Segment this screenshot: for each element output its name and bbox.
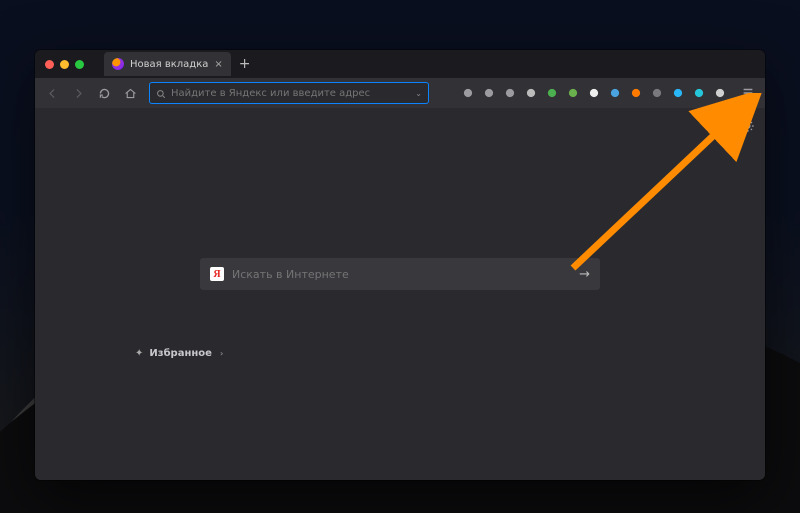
favorites-label: Избранное <box>149 348 212 359</box>
extension-green-icon[interactable] <box>543 84 561 102</box>
nav-forward-button[interactable] <box>67 82 89 104</box>
extension-orange-icon[interactable] <box>627 84 645 102</box>
customize-newtab-button[interactable] <box>741 118 755 137</box>
toolbar: ⌄ <box>35 78 765 108</box>
noscript-icon[interactable] <box>711 84 729 102</box>
center-search-input[interactable] <box>232 268 571 281</box>
window-controls <box>45 60 84 69</box>
new-tab-button[interactable]: + <box>231 56 259 72</box>
search-icon <box>156 84 166 103</box>
extension-cyan-icon[interactable] <box>669 84 687 102</box>
extension-blue-icon[interactable] <box>606 84 624 102</box>
home-button[interactable] <box>119 82 141 104</box>
extension-white-icon[interactable] <box>585 84 603 102</box>
reload-button[interactable] <box>93 82 115 104</box>
firefox-favicon-icon <box>112 58 124 70</box>
new-tab-content: Я → ✦ Избранное › <box>35 108 765 480</box>
yandex-icon: Я <box>210 267 224 281</box>
favorites-icon: ✦ <box>135 348 143 359</box>
firefox-account-icon[interactable] <box>522 84 540 102</box>
center-search-container: Я → <box>200 258 600 290</box>
browser-window: Новая вкладка × + ⌄ <box>35 50 765 480</box>
favorites-section-header[interactable]: ✦ Избранное › <box>135 348 223 359</box>
window-minimize-button[interactable] <box>60 60 69 69</box>
extension-green2-icon[interactable] <box>564 84 582 102</box>
extension-icons <box>459 84 729 102</box>
urlbar-dropdown-button[interactable]: ⌄ <box>415 89 422 98</box>
tab-active[interactable]: Новая вкладка × <box>104 52 231 76</box>
url-bar[interactable]: ⌄ <box>149 82 429 104</box>
extension-grey-icon[interactable] <box>648 84 666 102</box>
window-close-button[interactable] <box>45 60 54 69</box>
library-icon[interactable] <box>480 84 498 102</box>
center-search-submit-button[interactable]: → <box>579 267 590 282</box>
center-search-box[interactable]: Я → <box>200 258 600 290</box>
chevron-right-icon: › <box>220 349 223 358</box>
app-menu-button[interactable] <box>737 82 759 104</box>
url-input[interactable] <box>171 88 410 99</box>
window-maximize-button[interactable] <box>75 60 84 69</box>
tab-strip: Новая вкладка × + <box>35 50 765 78</box>
tab-close-button[interactable]: × <box>214 59 222 70</box>
shield-icon[interactable] <box>501 84 519 102</box>
reader-icon[interactable] <box>459 84 477 102</box>
nav-back-button[interactable] <box>41 82 63 104</box>
extension-teal-icon[interactable] <box>690 84 708 102</box>
tab-title: Новая вкладка <box>130 59 208 70</box>
